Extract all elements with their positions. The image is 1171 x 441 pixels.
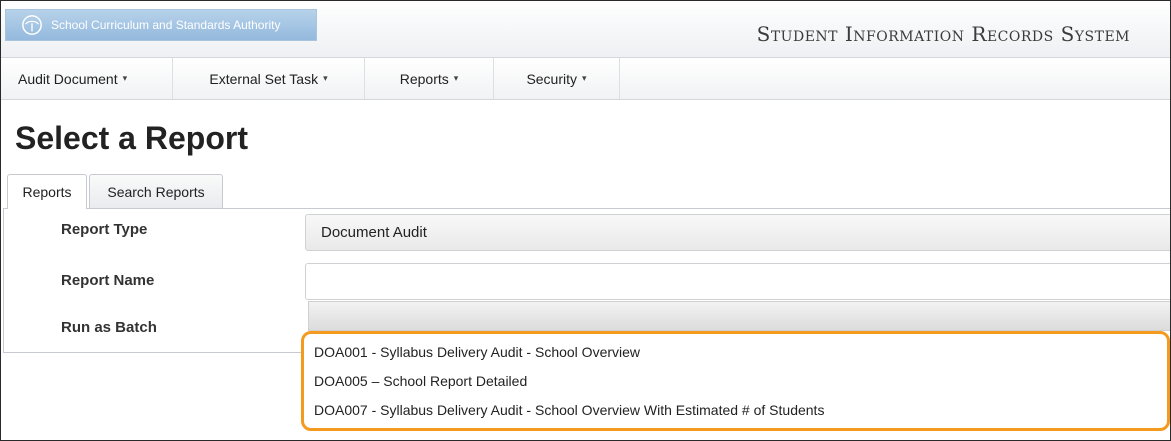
caret-down-icon: ▾ [323, 73, 328, 83]
menu-label: Security [526, 70, 578, 87]
report-type-select[interactable]: Document Audit [305, 214, 1170, 251]
system-title: Student Information Records System [756, 22, 1130, 46]
caret-down-icon: ▾ [122, 73, 128, 83]
menu-audit-document[interactable]: Audit Document ▾ [1, 58, 173, 99]
header-bar: School Curriculum and Standards Authorit… [1, 1, 1170, 58]
org-name: School Curriculum and Standards Authorit… [51, 18, 281, 32]
tree-logo-icon [22, 15, 42, 35]
report-type-label: Report Type [61, 221, 148, 238]
caret-down-icon: ▾ [582, 73, 587, 83]
report-name-dropdown: DOA001 - Syllabus Delivery Audit - Schoo… [301, 331, 1170, 431]
report-option-doa007[interactable]: DOA007 - Syllabus Delivery Audit - Schoo… [314, 402, 824, 418]
report-option-doa005[interactable]: DOA005 – School Report Detailed [314, 373, 527, 389]
page-title: Select a Report [15, 120, 248, 156]
report-name-combobox[interactable] [305, 263, 1170, 300]
tab-search-reports[interactable]: Search Reports [89, 174, 223, 208]
menu-label: Reports [399, 70, 449, 87]
menu-reports[interactable]: Reports ▾ [365, 58, 494, 99]
run-as-batch-label: Run as Batch [61, 319, 157, 336]
report-option-doa001[interactable]: DOA001 - Syllabus Delivery Audit - Schoo… [314, 344, 640, 360]
dropdown-header [308, 301, 1170, 331]
org-logo-link[interactable]: School Curriculum and Standards Authorit… [5, 9, 317, 41]
main-menu: Audit Document ▾ External Set Task ▾ Rep… [1, 58, 1170, 100]
caret-down-icon: ▾ [453, 73, 459, 83]
menu-external-set-task[interactable]: External Set Task ▾ [173, 58, 365, 99]
report-name-label: Report Name [61, 272, 155, 289]
menu-security[interactable]: Security ▾ [494, 58, 620, 99]
menu-label: Audit Document [18, 70, 118, 87]
app-window: School Curriculum and Standards Authorit… [0, 0, 1171, 441]
menu-label: External Set Task [209, 70, 319, 87]
tab-reports[interactable]: Reports [7, 174, 87, 209]
